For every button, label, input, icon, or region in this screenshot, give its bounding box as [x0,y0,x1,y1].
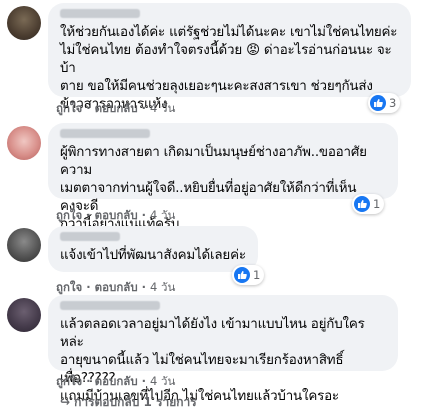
reaction-badge[interactable]: 1 [352,194,385,214]
timestamp[interactable]: 4 วัน [150,374,175,388]
comment-text: แจ้งเข้าไปที่พัฒนาสังคมได้เลยค่ะ [60,248,246,263]
reaction-count: 1 [253,268,261,282]
author-name-blurred[interactable] [60,129,150,138]
like-link[interactable]: ถูกใจ [56,101,82,115]
view-replies-link[interactable]: ↪ การตอบกลับ 1 รายการ [60,393,197,412]
thumbs-up-icon [370,95,386,111]
like-link[interactable]: ถูกใจ [56,374,82,388]
comment-bubble: แล้วตลอดเวลาอยู่มาได้ยังไง เข้ามาแบบไหน … [48,295,398,404]
timestamp[interactable]: 4 วัน [150,208,175,222]
reply-arrow-icon: ↪ [60,395,71,409]
comment-actions: ถูกใจ · ตอบกลับ · 4 วัน [56,374,176,388]
reaction-badge[interactable]: 1 [232,265,265,285]
timestamp[interactable]: 4 วัน [150,101,175,115]
author-name-blurred[interactable] [60,301,160,310]
replies-label: การตอบกลับ 1 รายการ [74,395,197,409]
reply-link[interactable]: ตอบกลับ [95,374,138,388]
reaction-badge[interactable]: 3 [368,93,401,113]
timestamp[interactable]: 4 วัน [150,280,175,294]
avatar[interactable] [7,126,41,160]
comment-bubble: แจ้งเข้าไปที่พัฒนาสังคมได้เลยค่ะ [48,226,258,272]
comment-actions: ถูกใจ · ตอบกลับ · 4 วัน [56,101,176,115]
like-link[interactable]: ถูกใจ [56,280,82,294]
reply-link[interactable]: ตอบกลับ [95,101,138,115]
thumbs-up-icon [234,267,250,283]
author-name-blurred[interactable] [60,9,140,18]
reply-link[interactable]: ตอบกลับ [95,208,138,222]
comment-bubble: ให้ช่วยกันเองได้ค่ะ แต่รัฐช่วยไม่ได้นะคะ… [48,3,411,112]
avatar[interactable] [7,228,41,262]
avatar[interactable] [7,6,41,40]
reaction-count: 3 [389,96,397,110]
reply-link[interactable]: ตอบกลับ [95,280,138,294]
thumbs-up-icon [354,196,370,212]
author-name-blurred[interactable] [60,232,120,241]
avatar[interactable] [7,298,41,332]
comment-actions: ถูกใจ · ตอบกลับ · 4 วัน [56,208,176,222]
like-link[interactable]: ถูกใจ [56,208,82,222]
reaction-count: 1 [373,197,381,211]
comment-bubble: ผู้พิการทางสายตา เกิดมาเป็นมนุษย์ช่างอาภ… [48,123,398,232]
